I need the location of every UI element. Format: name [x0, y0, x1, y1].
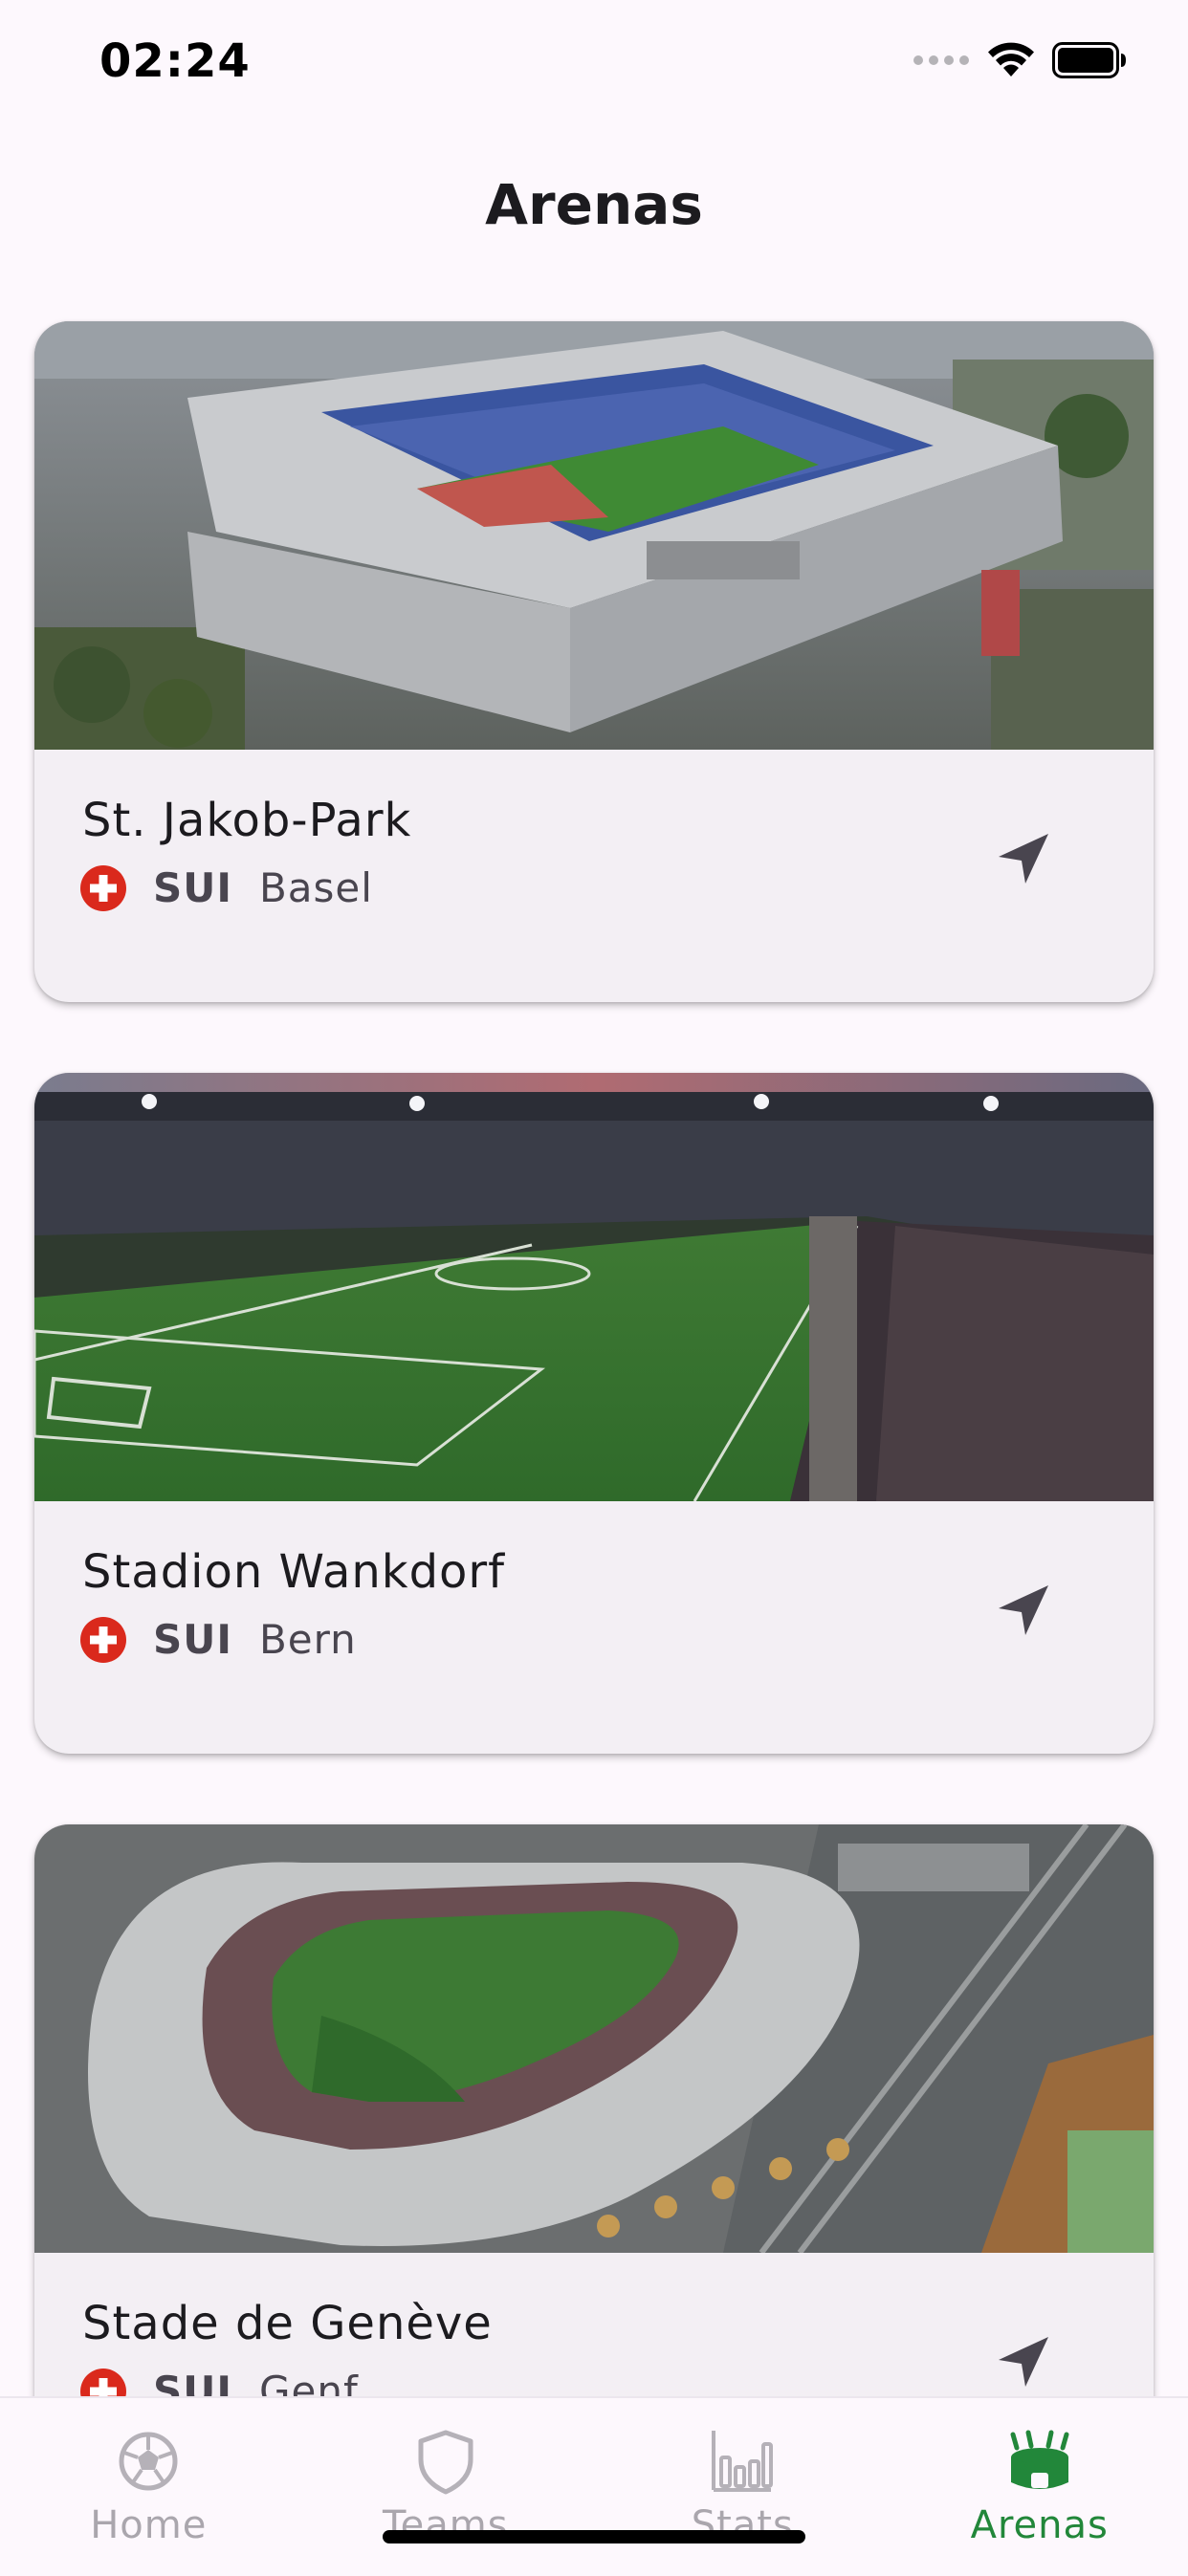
- city-name: Basel: [259, 864, 373, 911]
- wifi-icon: [987, 42, 1035, 78]
- city-name: Bern: [259, 1616, 357, 1663]
- page-title: Arenas: [0, 172, 1188, 237]
- navigate-button[interactable]: [985, 2324, 1062, 2400]
- arena-location: SUI Basel: [80, 864, 373, 911]
- navigation-arrow-icon: [993, 1580, 1054, 1641]
- stadium-photo: [34, 321, 1154, 750]
- stadium-photo: [34, 1073, 1154, 1501]
- arena-card-stadion-wankdorf[interactable]: Stadion Wankdorf SUI Bern: [34, 1073, 1154, 1754]
- country-code: SUI: [153, 864, 232, 911]
- battery-icon: [1052, 42, 1127, 78]
- swiss-flag-icon: [80, 865, 126, 911]
- navigate-button[interactable]: [985, 820, 1062, 897]
- arena-card-st-jakob-park[interactable]: St. Jakob-Park SUI Basel: [34, 321, 1154, 1002]
- arena-name: Stade de Genève: [82, 2297, 493, 2350]
- nav-label: Arenas: [971, 2503, 1109, 2547]
- arena-name: St. Jakob-Park: [82, 794, 411, 847]
- nav-item-arenas[interactable]: Arenas: [891, 2398, 1188, 2572]
- bottom-navigation: Home Teams Stats Arenas: [0, 2396, 1188, 2572]
- status-time: 02:24: [99, 34, 251, 88]
- nav-item-teams[interactable]: Teams: [297, 2398, 595, 2572]
- swiss-flag-icon: [80, 1617, 126, 1663]
- nav-item-stats[interactable]: Stats: [594, 2398, 891, 2572]
- nav-label: Home: [90, 2503, 207, 2547]
- nav-item-home[interactable]: Home: [0, 2398, 297, 2572]
- navigation-arrow-icon: [993, 2331, 1054, 2392]
- arena-location: SUI Bern: [80, 1616, 357, 1663]
- stadium-photo: [34, 1824, 1154, 2253]
- home-indicator[interactable]: [383, 2530, 805, 2543]
- shield-icon: [411, 2427, 480, 2496]
- cellular-signal-icon: [913, 54, 970, 67]
- status-icons: [913, 42, 1127, 78]
- stadium-icon: [1005, 2427, 1074, 2496]
- country-code: SUI: [153, 1616, 232, 1663]
- navigation-arrow-icon: [993, 828, 1054, 889]
- arena-name: Stadion Wankdorf: [82, 1545, 505, 1599]
- status-bar: 02:24: [0, 0, 1188, 134]
- soccer-ball-icon: [114, 2427, 183, 2496]
- bar-chart-icon: [708, 2427, 777, 2496]
- navigate-button[interactable]: [985, 1572, 1062, 1648]
- arena-list: St. Jakob-Park SUI Basel: [34, 321, 1154, 2576]
